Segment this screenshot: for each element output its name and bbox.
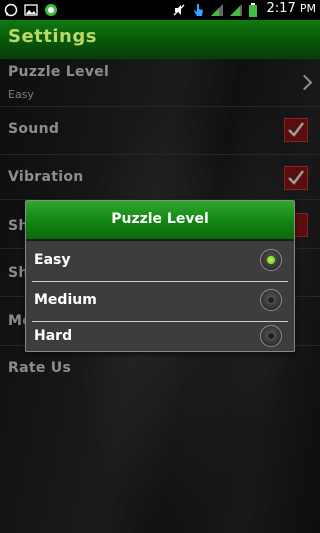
battery-icon xyxy=(248,2,262,17)
signal-bars-icon xyxy=(210,2,224,16)
clock: 2:17 PM xyxy=(266,1,316,16)
title-bar: Settings xyxy=(0,20,320,59)
touch-icon xyxy=(191,2,205,16)
status-bar: 2:17 PM xyxy=(0,0,320,20)
signal-bars-icon xyxy=(229,2,243,16)
option-label: Easy xyxy=(34,252,71,268)
option-easy[interactable]: Easy xyxy=(26,242,294,282)
dialog-title: Puzzle Level xyxy=(111,211,209,227)
app-icon xyxy=(44,2,58,16)
option-hard[interactable]: Hard xyxy=(26,318,294,352)
puzzle-level-dialog: Puzzle Level Easy Medium Hard xyxy=(25,200,295,352)
mute-icon xyxy=(172,2,186,16)
radio-button[interactable] xyxy=(260,325,282,347)
option-label: Medium xyxy=(34,292,97,308)
page-title: Settings xyxy=(8,26,97,47)
radio-button[interactable] xyxy=(260,289,282,311)
option-medium[interactable]: Medium xyxy=(26,282,294,322)
radio-button-selected[interactable] xyxy=(260,249,282,271)
whatsapp-icon xyxy=(4,2,18,17)
option-label: Hard xyxy=(34,328,73,344)
image-icon xyxy=(24,2,38,16)
dialog-header: Puzzle Level xyxy=(26,201,294,241)
